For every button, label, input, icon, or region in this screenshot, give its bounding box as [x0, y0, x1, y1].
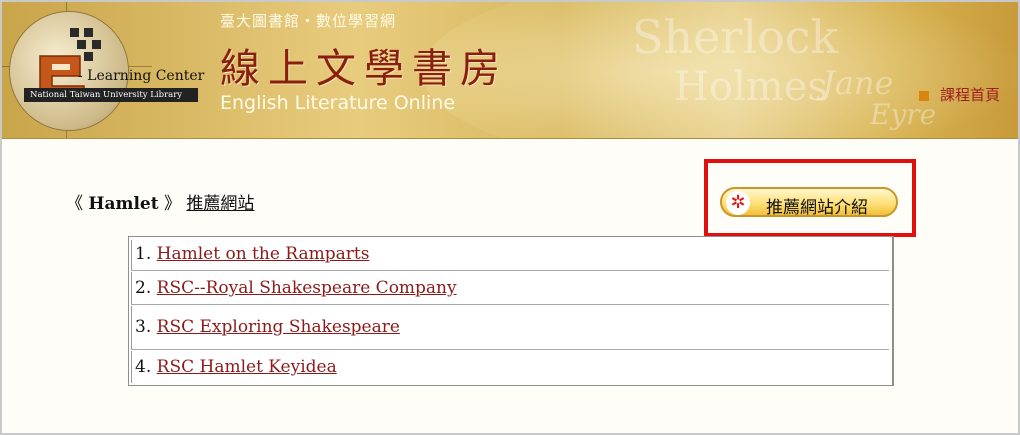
- page-frame: Sherlock Holmes Jane Eyre - Learning Cen…: [0, 0, 1020, 435]
- row-number: 2.: [135, 278, 152, 298]
- banner-bg-word: Sherlock: [632, 10, 839, 64]
- course-home-link[interactable]: 課程首頁: [940, 84, 1000, 105]
- site-intro-label: 推薦網站介紹: [766, 198, 868, 218]
- page-heading: 《 Hamlet 》 推薦網站: [66, 189, 254, 214]
- book-title: Hamlet: [88, 194, 159, 214]
- table-row: 3. RSC Exploring Shakespeare: [131, 306, 889, 350]
- row-number: 1.: [135, 244, 152, 264]
- site-link[interactable]: RSC Hamlet Keyidea: [157, 357, 337, 377]
- bracket-close: 》: [164, 194, 182, 214]
- bracket-open: 《: [66, 194, 83, 214]
- site-link[interactable]: RSC--Royal Shakespeare Company: [157, 278, 457, 298]
- row-number: 3.: [135, 317, 152, 337]
- banner-bg-word: Jane: [822, 64, 894, 102]
- site-link[interactable]: RSC Exploring Shakespeare: [157, 317, 400, 337]
- banner-bg-word: Eyre: [870, 98, 937, 131]
- site-title-en: English Literature Online: [220, 92, 456, 114]
- table-row: 1. Hamlet on the Ramparts: [131, 240, 889, 271]
- site-title-cn: 線上文學書房: [220, 46, 508, 92]
- table-row: 2. RSC--Royal Shakespeare Company: [131, 272, 889, 305]
- table-row: 4. RSC Hamlet Keyidea: [131, 351, 889, 383]
- header-banner: Sherlock Holmes Jane Eyre - Learning Cen…: [2, 2, 1018, 139]
- site-link[interactable]: Hamlet on the Ramparts: [157, 244, 370, 264]
- logo-text: - Learning Center: [78, 68, 205, 84]
- recommended-sites-link[interactable]: 推薦網站: [186, 194, 254, 214]
- home-bullet-icon: [919, 91, 929, 101]
- sites-table: 1. Hamlet on the Ramparts 2. RSC--Royal …: [128, 236, 894, 386]
- site-intro-button[interactable]: ✲ 推薦網站介紹: [720, 187, 898, 218]
- library-line: 臺大圖書館・數位學習網: [220, 12, 397, 30]
- logo-subtext: National Taiwan University Library: [24, 88, 198, 102]
- banner-bg-word: Holmes: [674, 64, 828, 110]
- row-number: 4.: [135, 357, 152, 377]
- asterisk-icon: ✲: [726, 191, 750, 215]
- logo-dots-icon: [70, 28, 120, 68]
